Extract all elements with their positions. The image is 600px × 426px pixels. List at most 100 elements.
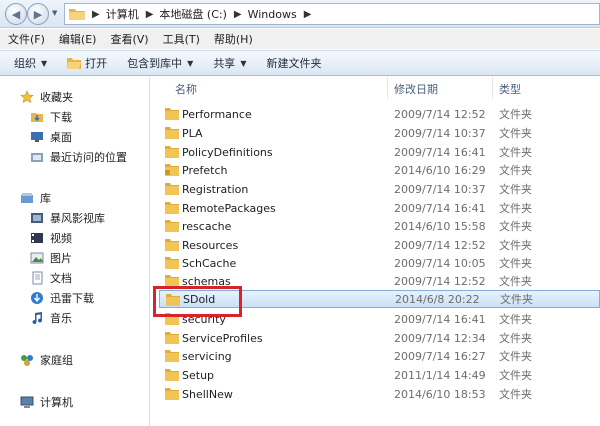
file-type: 文件夹 — [499, 220, 532, 233]
file-row[interactable]: PLA 2009/7/14 10:37 文件夹 — [159, 124, 600, 142]
new-folder-button[interactable]: 新建文件夹 — [266, 55, 321, 71]
nav-desktop[interactable]: 桌面 — [30, 128, 72, 146]
nav-storm-library[interactable]: 暴风影视库 — [30, 209, 105, 227]
nav-label: 下载 — [50, 111, 72, 124]
file-type: 文件夹 — [499, 313, 532, 326]
nav-label: 文档 — [50, 272, 72, 285]
highlight-annotation-box — [153, 286, 242, 317]
folder-icon — [69, 9, 85, 20]
open-button[interactable]: 打开 — [67, 55, 107, 71]
desktop-icon — [31, 132, 43, 142]
file-type: 文件夹 — [499, 369, 532, 382]
recent-places-icon — [31, 153, 43, 162]
file-date: 2014/6/10 18:53 — [394, 387, 486, 401]
file-row[interactable]: Setup 2011/1/14 14:49 文件夹 — [159, 366, 600, 384]
file-name: Registration — [182, 182, 249, 196]
nav-label: 视频 — [50, 232, 72, 245]
file-name: rescache — [182, 219, 232, 233]
nav-music[interactable]: 音乐 — [30, 309, 72, 327]
file-row[interactable]: ServiceProfiles 2009/7/14 12:34 文件夹 — [159, 329, 600, 347]
breadcrumb-separator[interactable]: ▶ — [85, 9, 106, 20]
file-row[interactable]: rescache 2014/6/10 15:58 文件夹 — [159, 217, 600, 235]
share-button[interactable]: 共享 ▼ — [213, 55, 246, 71]
folder-icon — [165, 127, 179, 139]
file-row[interactable]: Performance 2009/7/14 12:52 文件夹 — [159, 105, 600, 123]
file-date: 2014/6/10 16:29 — [394, 163, 486, 177]
breadcrumb-computer[interactable]: 计算机 ▶ — [106, 6, 160, 22]
menu-help[interactable]: 帮助(H) — [214, 31, 253, 47]
file-type: 文件夹 — [499, 388, 532, 401]
address-bar-region: ◀ ▶ ▼ ▶ 计算机 ▶ 本地磁盘 (C:) ▶ Windows ▶ — [0, 0, 600, 28]
column-header-date[interactable]: 修改日期 — [394, 81, 438, 97]
include-label: 包含到库中 — [127, 57, 183, 70]
caret-down-icon: ▼ — [41, 58, 48, 68]
file-row[interactable]: PolicyDefinitions 2009/7/14 16:41 文件夹 — [159, 143, 600, 161]
media-library-icon — [31, 213, 43, 223]
breadcrumb-drive[interactable]: 本地磁盘 (C:) ▶ — [159, 6, 247, 22]
file-type: 文件夹 — [499, 127, 532, 140]
forward-button[interactable]: ▶ — [27, 3, 49, 25]
nav-thunder-downloads[interactable]: 迅雷下载 — [30, 289, 94, 307]
document-icon — [32, 271, 43, 285]
column-header-name[interactable]: 名称 — [175, 81, 197, 97]
file-date: 2009/7/14 12:52 — [394, 107, 486, 121]
thunder-download-icon — [31, 292, 43, 304]
menu-bar: 文件(F) 编辑(E) 查看(V) 工具(T) 帮助(H) — [0, 29, 600, 49]
file-row[interactable]: Resources 2009/7/14 12:52 文件夹 — [159, 236, 600, 254]
menu-edit[interactable]: 编辑(E) — [59, 31, 97, 47]
file-list: 名称 修改日期 类型 Performance 2009/7/14 12:52 文件夹… — [151, 77, 600, 426]
homegroup-icon — [21, 355, 33, 366]
nav-libraries[interactable]: 库 — [20, 189, 51, 207]
file-name: Setup — [182, 368, 215, 382]
nav-computer[interactable]: 计算机 — [20, 393, 73, 411]
menu-file[interactable]: 文件(F) — [8, 31, 45, 47]
nav-downloads[interactable]: 下载 — [30, 108, 72, 126]
file-type: 文件夹 — [499, 239, 532, 252]
column-divider[interactable] — [387, 77, 388, 99]
column-divider[interactable] — [492, 77, 493, 99]
nav-pictures[interactable]: 图片 — [30, 249, 72, 267]
folder-icon — [165, 220, 179, 232]
file-row[interactable]: servicing 2009/7/14 16:27 文件夹 — [159, 347, 600, 365]
file-row[interactable]: SchCache 2009/7/14 10:05 文件夹 — [159, 254, 600, 272]
file-date: 2009/7/14 12:52 — [394, 274, 486, 288]
locked-folder-icon — [165, 164, 179, 176]
file-type: 文件夹 — [499, 164, 532, 177]
nav-label: 图片 — [50, 252, 72, 265]
file-name: servicing — [182, 349, 232, 363]
caret-down-icon: ▼ — [240, 58, 247, 68]
nav-homegroup[interactable]: 家庭组 — [20, 351, 73, 369]
file-name: Performance — [182, 107, 252, 121]
file-date: 2009/7/14 16:27 — [394, 349, 486, 363]
file-row[interactable]: Registration 2009/7/14 10:37 文件夹 — [159, 180, 600, 198]
file-row[interactable]: RemotePackages 2009/7/14 16:41 文件夹 — [159, 199, 600, 217]
star-icon — [20, 90, 34, 104]
nav-label: 收藏夹 — [40, 91, 73, 104]
file-date: 2009/7/14 10:37 — [394, 126, 486, 140]
menu-view[interactable]: 查看(V) — [110, 31, 148, 47]
nav-documents[interactable]: 文档 — [30, 269, 72, 287]
command-toolbar: 组织 ▼ 打开 包含到库中 ▼ 共享 ▼ 新建文件夹 — [0, 50, 600, 76]
nav-favorites[interactable]: 收藏夹 — [20, 88, 73, 106]
history-dropdown-icon[interactable]: ▼ — [52, 9, 57, 17]
folder-icon — [165, 350, 179, 362]
file-date: 2009/7/14 10:05 — [394, 256, 486, 270]
address-input[interactable]: ▶ 计算机 ▶ 本地磁盘 (C:) ▶ Windows ▶ — [64, 3, 600, 25]
nav-videos[interactable]: 视频 — [30, 229, 72, 247]
breadcrumb-windows[interactable]: Windows ▶ — [248, 8, 318, 21]
organize-button[interactable]: 组织 ▼ — [14, 55, 47, 71]
file-name: ServiceProfiles — [182, 331, 263, 345]
column-header-type[interactable]: 类型 — [499, 81, 521, 97]
file-row[interactable]: ShellNew 2014/6/10 18:53 文件夹 — [159, 385, 600, 403]
include-in-library-button[interactable]: 包含到库中 ▼ — [127, 55, 193, 71]
file-type: 文件夹 — [499, 183, 532, 196]
open-label: 打开 — [85, 57, 108, 70]
menu-tools[interactable]: 工具(T) — [163, 31, 200, 47]
back-button[interactable]: ◀ — [5, 3, 27, 25]
nav-label: 计算机 — [40, 396, 73, 409]
file-row[interactable]: Prefetch 2014/6/10 16:29 文件夹 — [159, 161, 600, 179]
file-type: 文件夹 — [499, 257, 532, 270]
nav-recent-places[interactable]: 最近访问的位置 — [30, 148, 127, 166]
file-name: PolicyDefinitions — [182, 145, 273, 159]
nav-label: 最近访问的位置 — [50, 151, 127, 164]
